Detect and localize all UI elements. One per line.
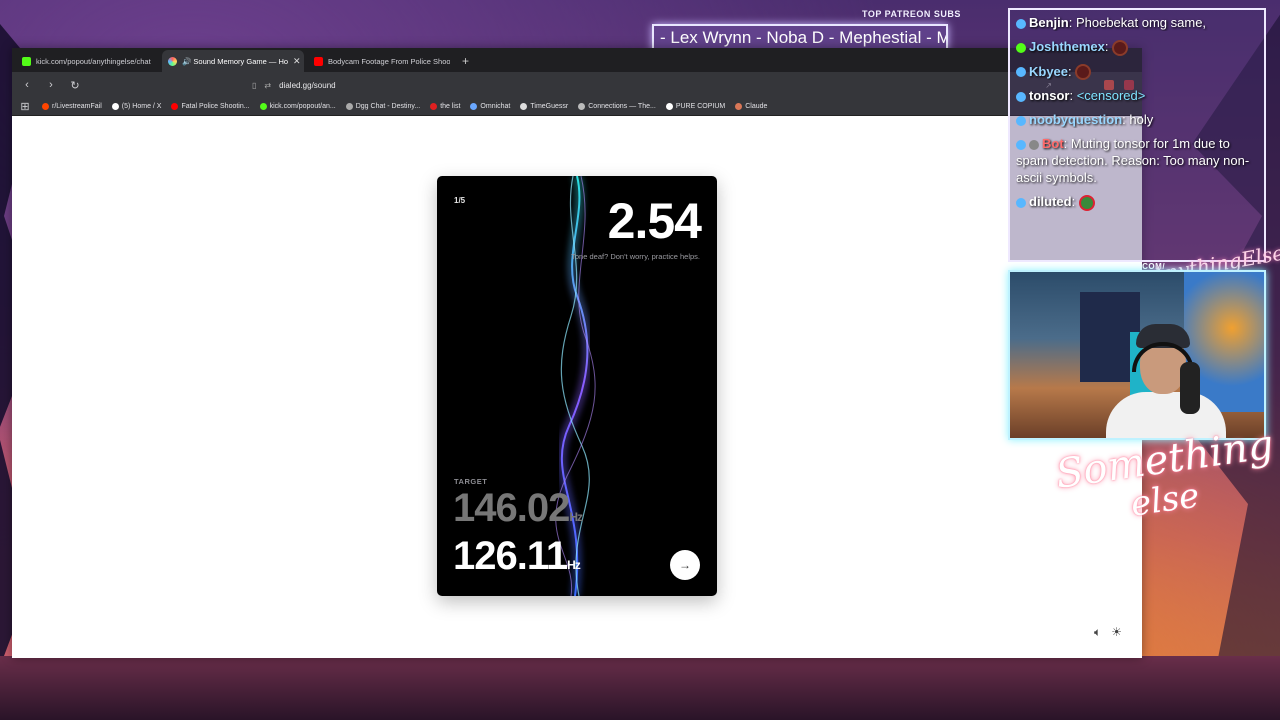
dgg-icon — [345, 103, 353, 110]
platform-icon — [1016, 18, 1026, 29]
tab-label: 🔊 Sound Memory Game — Ho — [182, 56, 289, 66]
platform-icon — [1016, 115, 1026, 126]
chat-message: diluted: — [1016, 193, 1258, 211]
guess-frequency-value: 126.11 — [453, 534, 568, 578]
claude-icon — [735, 103, 743, 110]
platform-icon — [1016, 67, 1026, 78]
bookmarks-bar: ⊞ r/LivestreamFail (5) Home / X Fatal Po… — [12, 98, 1142, 116]
browser-toolbar: ‹ › ↻ ▯ ⇄ dialed.gg/sound ↗ — [12, 72, 1142, 98]
target-label: TARGET — [454, 477, 488, 486]
emote-icon — [1075, 64, 1092, 81]
microphone-icon — [1180, 362, 1200, 414]
forward-icon[interactable]: › — [44, 79, 58, 91]
bookmark-item[interactable]: the list — [430, 103, 460, 110]
emote-icon — [1078, 194, 1095, 211]
bookmark-item[interactable]: TimeGuessr — [520, 103, 568, 110]
chat-message: Benjin: Phoebekat omg same, — [1016, 14, 1258, 31]
target-frequency-value: 146.02 — [453, 486, 570, 530]
chat-message: Kbyee: — [1016, 63, 1258, 81]
target-frequency: 146.02Hz — [453, 486, 583, 531]
top-patreon-subs-label: TOP PATREON SUBS — [862, 9, 961, 19]
list-icon — [430, 103, 438, 110]
platform-icon — [1016, 197, 1026, 208]
round-counter: 1/5 — [454, 196, 466, 205]
guess-frequency: 126.11Hz — [453, 534, 581, 579]
x-icon — [111, 103, 119, 110]
background-ground — [0, 656, 1280, 720]
reload-icon[interactable]: ↻ — [68, 79, 82, 92]
tab-sound-memory-game[interactable]: 🔊 Sound Memory Game — Ho ✕ — [162, 50, 304, 72]
bookmark-item[interactable]: r/LivestreamFail — [42, 103, 102, 110]
youtube-icon — [171, 103, 179, 110]
chat-message: Joshthemex: — [1016, 38, 1258, 56]
timeguessr-icon — [520, 103, 528, 110]
nyt-icon — [578, 103, 586, 110]
kick-icon — [22, 56, 31, 66]
target-frequency-unit: Hz — [569, 510, 583, 524]
address-bar[interactable]: ▯ ⇄ dialed.gg/sound ↗ — [242, 76, 1062, 94]
dialed-icon — [168, 56, 177, 66]
guess-frequency-unit: Hz — [567, 558, 581, 572]
page-viewport: 1/5 2.54 Tone deaf? Don't worry, practic… — [12, 116, 1142, 658]
platform-icon — [1016, 91, 1026, 102]
emote-icon — [1112, 39, 1129, 56]
tab-kick-chat[interactable]: kick.com/popout/anythingelse/chat — [16, 50, 158, 72]
kick-icon — [259, 103, 267, 110]
bookmark-item[interactable]: (5) Home / X — [111, 103, 161, 110]
game-card: 1/5 2.54 Tone deaf? Don't worry, practic… — [437, 176, 717, 596]
platform-icon — [1016, 139, 1026, 150]
arrow-right-icon: → — [679, 558, 691, 572]
url-text: dialed.gg/sound — [279, 80, 336, 90]
bookmark-item[interactable]: Connections — The... — [578, 103, 656, 110]
browser-window: kick.com/popout/anythingelse/chat 🔊 Soun… — [12, 48, 1142, 658]
chat-message: noobyquestion: holy — [1016, 111, 1258, 128]
mod-badge-icon — [1029, 139, 1039, 150]
kick-icon — [1016, 42, 1026, 53]
site-info-icon[interactable]: ⇄ — [264, 81, 271, 90]
next-round-button[interactable]: → — [670, 550, 700, 580]
tab-label: kick.com/popout/anythingelse/chat — [36, 56, 151, 66]
volume-icon[interactable]: 🔈︎ — [1094, 625, 1101, 640]
bookmark-item[interactable]: Omnichat — [470, 103, 510, 110]
tab-label: Bodycam Footage From Police Shoot — [328, 56, 450, 66]
close-tab-icon[interactable]: ✕ — [293, 56, 301, 67]
youtube-icon — [314, 56, 323, 66]
stream-chat-overlay: Benjin: Phoebekat omg same, Joshthemex: … — [1008, 8, 1266, 262]
utility-controls: 🔈︎ ☀︎ — [1094, 625, 1122, 640]
reddit-icon — [42, 103, 49, 110]
score-verdict: Tone deaf? Don't worry, practice helps. — [571, 252, 700, 261]
tab-bar: kick.com/popout/anythingelse/chat 🔊 Soun… — [12, 48, 1142, 72]
new-tab-button[interactable]: + — [454, 50, 477, 72]
bookmark-item[interactable]: Dgg Chat - Destiny... — [345, 103, 420, 110]
tab-bodycam-footage[interactable]: Bodycam Footage From Police Shoot — [308, 50, 450, 72]
webcam-feed — [1008, 270, 1266, 440]
bookmark-item[interactable]: Fatal Police Shootin... — [171, 103, 250, 110]
bookmark-item[interactable]: Claude — [735, 103, 767, 110]
back-icon[interactable]: ‹ — [20, 79, 34, 91]
omnichat-icon — [470, 103, 478, 110]
bookmark-item[interactable]: kick.com/popout/an... — [259, 103, 336, 110]
chat-message: Bot: Muting tonsor for 1m due to spam de… — [1016, 136, 1250, 186]
x-icon — [665, 103, 673, 110]
score-value: 2.54 — [607, 193, 702, 249]
theme-toggle-icon[interactable]: ☀︎ — [1111, 625, 1122, 640]
chat-message: tonsor: <censored> — [1016, 87, 1258, 104]
apps-grid-icon[interactable]: ⊞ — [18, 100, 32, 113]
bookmark-item[interactable]: PURE COPIUM — [665, 103, 725, 110]
bookmark-icon[interactable]: ▯ — [252, 81, 256, 90]
